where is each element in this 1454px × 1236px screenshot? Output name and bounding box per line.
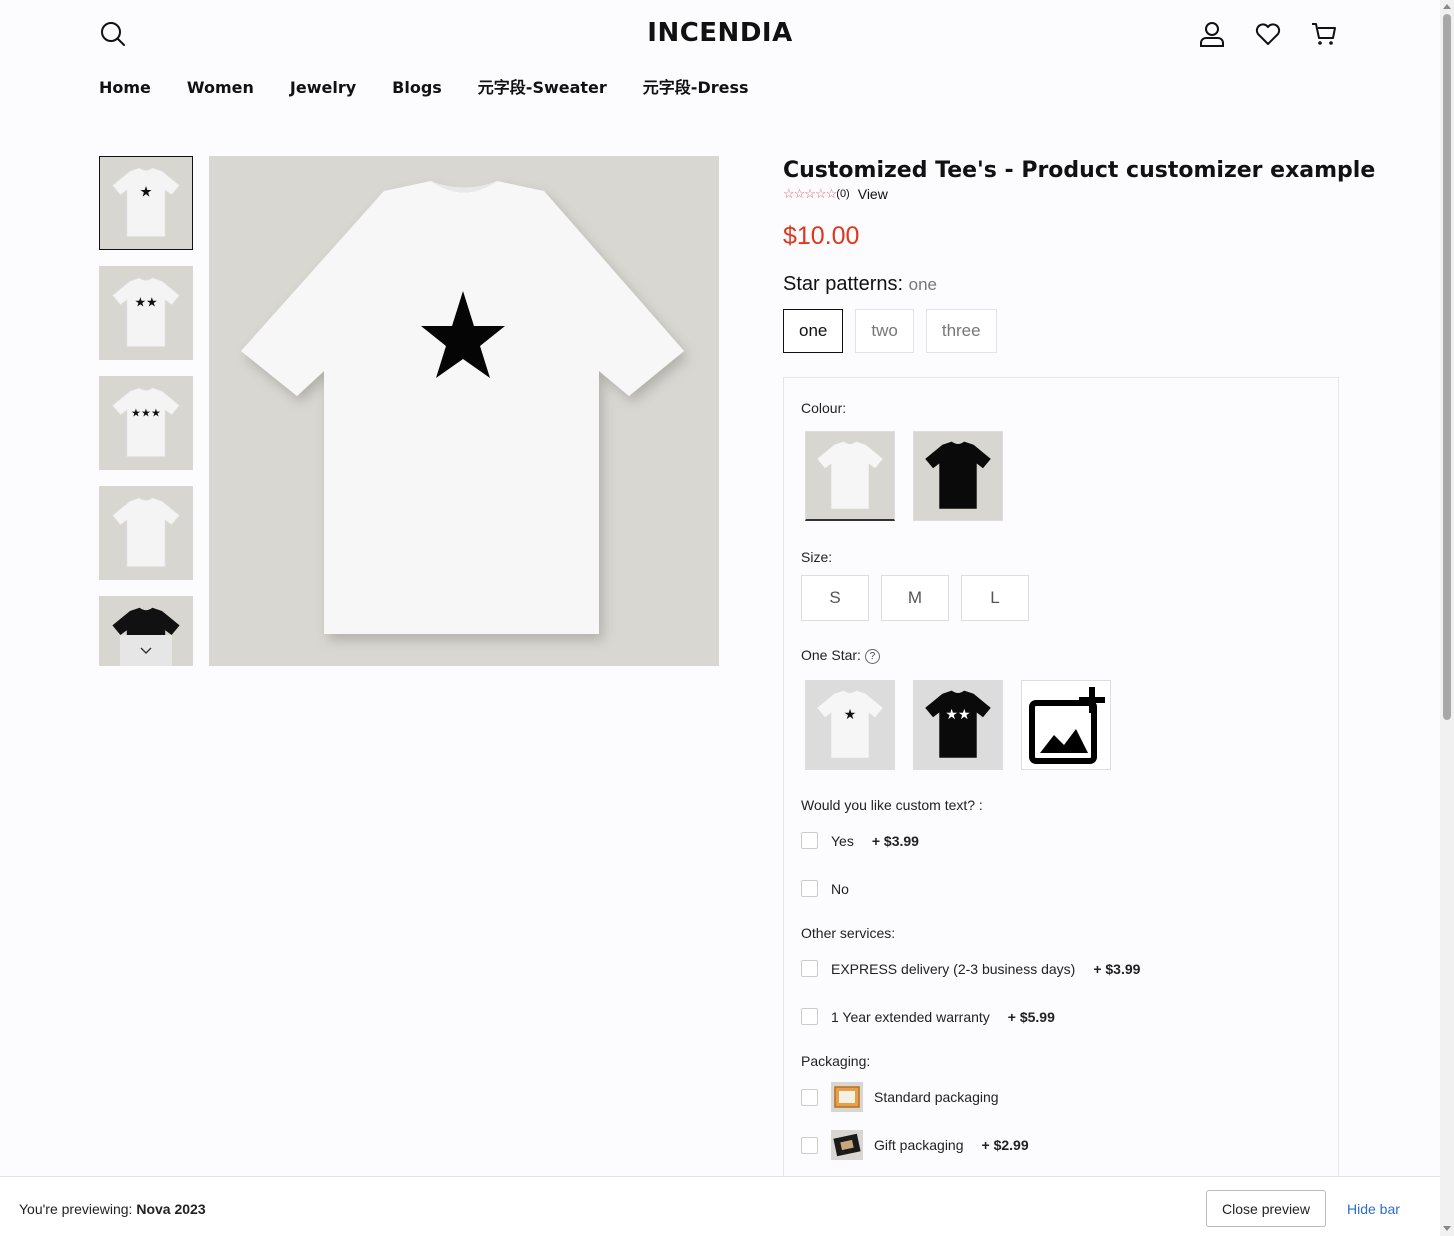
rating-count: (0) — [836, 188, 850, 200]
thumbnail-three-stars[interactable]: ★★★ — [99, 376, 193, 470]
warranty-label: 1 Year extended warranty — [831, 1008, 990, 1025]
product-price: $10.00 — [783, 222, 860, 250]
custom-text-label: Would you like custom text? : — [801, 797, 983, 813]
close-preview-button[interactable]: Close preview — [1206, 1190, 1326, 1227]
preview-prefix: You're previewing: — [19, 1201, 133, 1217]
custom-text-no-checkbox[interactable] — [801, 880, 818, 897]
standard-packaging-option[interactable]: Standard packaging — [801, 1082, 999, 1112]
express-delivery-checkbox[interactable] — [801, 960, 818, 977]
size-label: Size: — [801, 549, 833, 565]
star-pattern-three[interactable]: three — [925, 309, 997, 353]
one-star-label: One Star:? — [801, 647, 880, 664]
custom-text-yes-price: + $3.99 — [871, 832, 919, 849]
size-m-button[interactable]: M — [881, 575, 949, 621]
express-delivery-option[interactable]: EXPRESS delivery (2-3 business days) + $… — [801, 960, 1140, 977]
star-pattern-two[interactable]: two — [855, 309, 914, 353]
scroll-up-arrow-icon[interactable] — [1443, 4, 1451, 9]
nav-women[interactable]: Women — [187, 76, 254, 100]
rating-stars-icon: ☆☆☆☆☆ — [783, 186, 837, 201]
warranty-price: + $5.99 — [1007, 1008, 1055, 1025]
svg-text:★: ★ — [140, 185, 153, 201]
chevron-down-icon — [140, 647, 152, 654]
thumbnail-plain-white[interactable] — [99, 486, 193, 580]
warranty-option[interactable]: 1 Year extended warranty + $5.99 — [801, 1008, 1055, 1025]
colour-swatch-white[interactable] — [805, 431, 895, 521]
star-pattern-one[interactable]: one — [783, 309, 844, 353]
product-customizer: Colour: Size: S M L One Star:? ★ ★★ Woul… — [783, 377, 1339, 1177]
theme-preview-bar: You're previewing: Nova 2023 Close previ… — [0, 1176, 1440, 1236]
size-s-button[interactable]: S — [801, 575, 869, 621]
standard-packaging-checkbox[interactable] — [801, 1088, 818, 1106]
preview-theme-name: Nova 2023 — [136, 1201, 206, 1217]
product-rating: ☆☆☆☆☆ (0) View — [783, 186, 888, 202]
hide-bar-link[interactable]: Hide bar — [1347, 1201, 1400, 1217]
express-delivery-label: EXPRESS delivery (2-3 business days) — [831, 960, 1076, 977]
one-star-option-black[interactable]: ★★ — [913, 680, 1003, 770]
site-header: INCENDIA — [0, 0, 1440, 70]
wishlist-heart-icon[interactable] — [1254, 20, 1282, 48]
nav-sweater[interactable]: 元字段-Sweater — [478, 76, 607, 100]
star-patterns-options: one two three — [783, 309, 997, 353]
main-product-image[interactable] — [209, 156, 719, 666]
gift-packaging-label: Gift packaging — [874, 1137, 964, 1153]
product-title: Customized Tee's - Product customizer ex… — [783, 158, 1376, 183]
add-image-icon[interactable] — [1021, 680, 1111, 770]
gift-packaging-price: + $2.99 — [981, 1137, 1029, 1153]
star-patterns-label: Star patterns: one — [783, 273, 937, 296]
custom-text-yes-checkbox[interactable] — [801, 832, 818, 849]
thumbnail-one-star[interactable]: ★ — [99, 156, 193, 250]
gift-packaging-checkbox[interactable] — [801, 1136, 818, 1154]
custom-text-no-option[interactable]: No — [801, 880, 849, 897]
custom-text-no-label: No — [831, 880, 849, 897]
rating-view-link[interactable]: View — [858, 186, 888, 202]
size-l-button[interactable]: L — [961, 575, 1029, 621]
scrollbar-thumb[interactable] — [1443, 14, 1451, 720]
standard-packaging-image — [831, 1082, 863, 1112]
svg-text:★: ★ — [844, 706, 857, 722]
scroll-down-arrow-icon[interactable] — [1443, 1226, 1451, 1231]
main-nav: Home Women Jewelry Blogs 元字段-Sweater 元字段… — [99, 76, 749, 100]
packaging-label: Packaging: — [801, 1053, 871, 1069]
account-icon[interactable] — [1198, 20, 1226, 48]
express-delivery-price: + $3.99 — [1093, 960, 1141, 977]
thumbnail-gallery: ★ ★★ ★★★ — [99, 156, 193, 666]
gift-packaging-option[interactable]: Gift packaging + $2.99 — [801, 1130, 1029, 1160]
star-patterns-label-text: Star patterns: — [783, 273, 904, 295]
star-patterns-selected-value: one — [908, 275, 937, 294]
custom-text-yes-option[interactable]: Yes + $3.99 — [801, 832, 919, 849]
preview-text: You're previewing: Nova 2023 — [19, 1201, 206, 1217]
standard-packaging-label: Standard packaging — [874, 1089, 999, 1105]
svg-text:★★: ★★ — [135, 295, 158, 310]
svg-text:★★★: ★★★ — [131, 408, 161, 420]
nav-dress[interactable]: 元字段-Dress — [643, 76, 749, 100]
colour-swatch-black[interactable] — [913, 431, 1003, 521]
one-star-option-white[interactable]: ★ — [805, 680, 895, 770]
thumbnail-scroll-down-button[interactable] — [120, 635, 172, 666]
thumbnail-two-stars[interactable]: ★★ — [99, 266, 193, 360]
warranty-checkbox[interactable] — [801, 1008, 818, 1025]
cart-icon[interactable] — [1310, 20, 1338, 48]
custom-text-yes-label: Yes — [831, 832, 854, 849]
nav-blogs[interactable]: Blogs — [392, 76, 442, 100]
one-star-label-text: One Star: — [801, 647, 861, 663]
other-services-label: Other services: — [801, 925, 896, 941]
colour-label: Colour: — [801, 400, 847, 416]
help-icon[interactable]: ? — [864, 648, 880, 664]
page-scrollbar[interactable] — [1440, 0, 1454, 1236]
nav-jewelry[interactable]: Jewelry — [290, 76, 356, 100]
svg-text:★★: ★★ — [945, 706, 970, 722]
nav-home[interactable]: Home — [99, 76, 151, 100]
gift-packaging-image — [831, 1130, 863, 1160]
